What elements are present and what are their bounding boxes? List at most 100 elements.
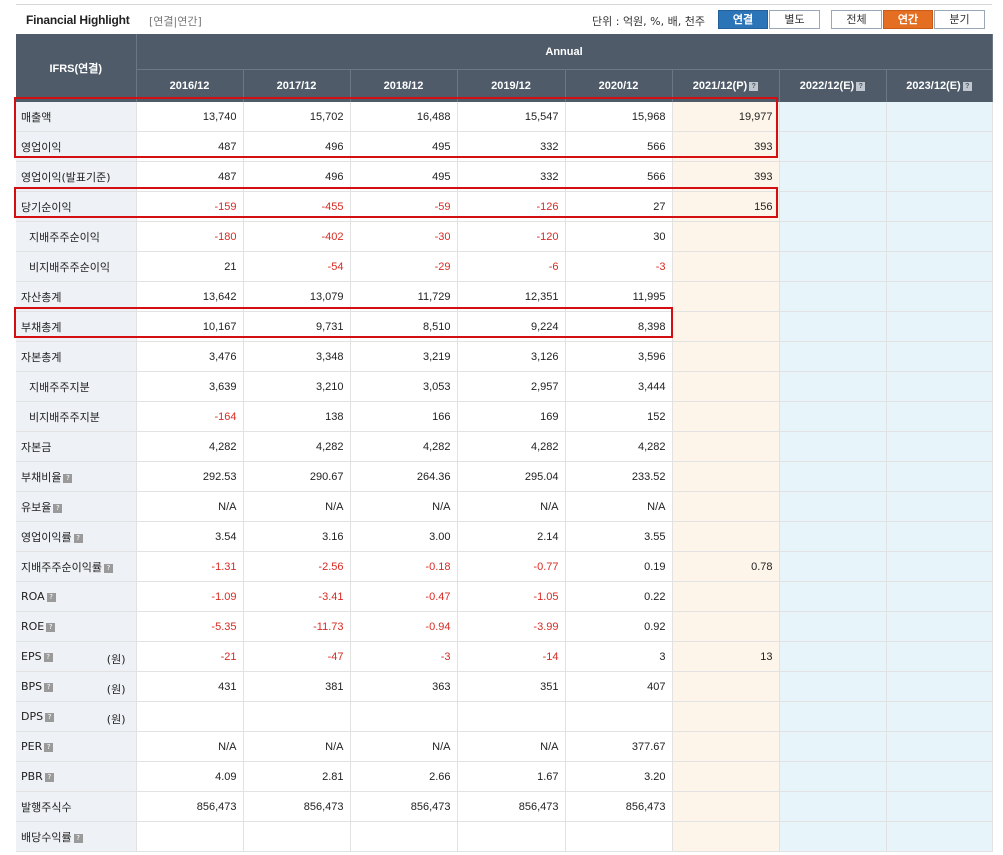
help-icon[interactable]: ? (46, 593, 56, 602)
value-cell: -455 (243, 191, 351, 222)
row-unit-label: (원) (106, 653, 126, 666)
value-cell: 4,282 (565, 431, 673, 462)
help-icon[interactable]: ? (53, 503, 63, 513)
value-cell (779, 341, 887, 372)
value-cell: 0.19 (565, 551, 673, 582)
value-cell (779, 461, 887, 492)
value-cell: 3.54 (136, 521, 244, 552)
value-cell: 4,282 (243, 431, 351, 462)
row-label: ROA (21, 590, 45, 603)
all-period-button[interactable]: 전체 (831, 10, 882, 29)
value-cell: 8,510 (350, 311, 458, 342)
help-icon[interactable]: ? (43, 653, 53, 662)
consolidated-button[interactable]: 연결 (718, 10, 768, 29)
help-icon[interactable]: ? (73, 833, 83, 843)
value-cell (672, 401, 780, 432)
value-cell: 495 (350, 131, 458, 162)
value-cell: -0.94 (350, 611, 458, 642)
value-cell: 407 (565, 671, 673, 702)
help-icon[interactable]: ? (856, 82, 866, 91)
row-label: PBR (21, 770, 43, 783)
column-header-7: 2023/12(E)? (886, 69, 993, 102)
value-cell: 487 (136, 131, 244, 162)
annual-button[interactable]: 연간 (883, 10, 933, 29)
value-cell: 15,547 (457, 102, 566, 132)
value-cell (779, 491, 887, 522)
value-cell (886, 401, 993, 432)
value-cell (779, 102, 887, 132)
value-cell: 3,348 (243, 341, 351, 372)
value-cell: 9,224 (457, 311, 566, 342)
value-cell (886, 281, 993, 312)
value-cell: 431 (136, 671, 244, 702)
value-cell: 233.52 (565, 461, 673, 492)
help-icon[interactable]: ? (45, 713, 55, 722)
value-cell (457, 701, 566, 732)
row-label-cell: ROA? (16, 581, 137, 612)
row-label-cell: 자본금 (16, 431, 137, 462)
table-row: 비지배주주지분 -164 138 166 169 152 (16, 401, 993, 432)
table-row: EPS? (원) -21 -47 -3 -14 3 13 (16, 641, 993, 672)
row-label: 지배주주순이익률 (21, 560, 102, 574)
value-cell: 10,167 (136, 311, 244, 342)
value-cell: 393 (672, 131, 780, 162)
column-header-label: 2017/12 (276, 80, 317, 92)
value-cell (886, 491, 993, 522)
value-cell (886, 611, 993, 642)
help-icon[interactable]: ? (962, 82, 972, 91)
value-cell (350, 701, 458, 732)
value-cell: -3 (565, 251, 673, 282)
financial-highlight-table-wrap: IFRS(연결) Annual 2016/12 2017/12 2018/12 201… (14, 34, 993, 852)
row-label: 배당수익률 (21, 830, 72, 844)
value-cell (243, 821, 351, 852)
value-cell (672, 731, 780, 762)
help-icon[interactable]: ? (63, 473, 73, 483)
table-row: DPS? (원) (16, 701, 993, 732)
help-icon[interactable]: ? (73, 533, 83, 543)
value-cell (779, 611, 887, 642)
row-label: EPS (21, 650, 42, 663)
column-header-label: 2022/12(E) (799, 80, 855, 92)
value-cell (886, 251, 993, 282)
help-icon[interactable]: ? (749, 82, 759, 91)
value-cell: 2.81 (243, 761, 351, 792)
value-cell: -0.47 (350, 581, 458, 612)
value-cell: 290.67 (243, 461, 351, 492)
value-cell: 332 (457, 161, 566, 192)
row-label-cell: 자산총계 (16, 281, 137, 312)
value-cell: 15,702 (243, 102, 351, 132)
value-cell: 295.04 (457, 461, 566, 492)
help-icon[interactable]: ? (44, 743, 54, 752)
quarter-button[interactable]: 분기 (934, 10, 985, 29)
value-cell (136, 821, 244, 852)
value-cell: 2.14 (457, 521, 566, 552)
value-cell: 856,473 (350, 791, 458, 822)
value-cell: 3,210 (243, 371, 351, 402)
help-icon[interactable]: ? (44, 683, 54, 692)
separate-button[interactable]: 별도 (769, 10, 820, 29)
column-header-label: 2018/12 (383, 80, 424, 92)
help-icon[interactable]: ? (44, 773, 54, 782)
value-cell: 156 (672, 191, 780, 222)
unit-note: 단위 : 억원, %, 배, 천주 (592, 15, 705, 28)
row-label-cell: ROE? (16, 611, 137, 642)
table-row: 자본총계 3,476 3,348 3,219 3,126 3,596 (16, 341, 993, 372)
value-cell: -402 (243, 221, 351, 252)
value-cell: 363 (350, 671, 458, 702)
column-header-label: 2023/12(E) (906, 80, 961, 92)
row-label: 영업이익 (21, 140, 62, 154)
row-label-cell: 영업이익(발표기준) (16, 161, 137, 192)
value-cell: -59 (350, 191, 458, 222)
help-icon[interactable]: ? (46, 623, 56, 632)
value-cell: 393 (672, 161, 780, 192)
value-cell: 1.67 (457, 761, 566, 792)
help-icon[interactable]: ? (103, 563, 113, 573)
row-label: 매출액 (21, 110, 52, 124)
value-cell (779, 191, 887, 222)
table-row: 발행주식수 856,473 856,473 856,473 856,473 856,473 (16, 791, 993, 822)
value-cell: 856,473 (565, 791, 673, 822)
value-cell: 13,642 (136, 281, 244, 312)
row-label-cell: 비지배주주순이익 (16, 251, 137, 282)
value-cell (672, 791, 780, 822)
table-row: 자산총계 13,642 13,079 11,729 12,351 11,995 (16, 281, 993, 312)
